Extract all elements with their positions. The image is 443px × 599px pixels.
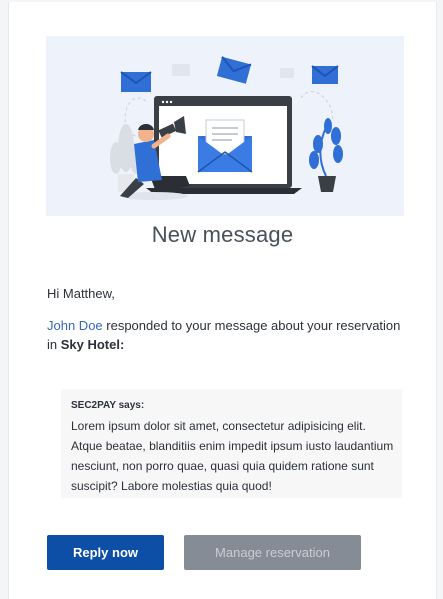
quote-author: SEC2PAY says: <box>71 400 145 411</box>
email-card: New message Hi Matthew, John Doe respond… <box>8 2 437 599</box>
email-page: New message Hi Matthew, John Doe respond… <box>0 0 443 599</box>
manage-reservation-button[interactable]: Manage reservation <box>184 535 361 570</box>
envelope-icon <box>311 65 339 84</box>
reply-now-button[interactable]: Reply now <box>47 535 164 570</box>
quote-text: Lorem ipsum dolor sit amet, consectetur … <box>71 419 394 493</box>
hotel-name: Sky Hotel: <box>60 337 125 352</box>
greeting-text: Hi Matthew, <box>47 286 115 301</box>
message-quote: SEC2PAY says: Lorem ipsum dolor sit amet… <box>61 389 402 498</box>
hero-illustration <box>46 36 404 216</box>
sender-name-link[interactable]: John Doe <box>47 318 103 333</box>
megaphone-email-illustration <box>46 56 404 216</box>
potted-plant-icon <box>309 118 343 192</box>
email-envelope-icon <box>197 119 253 173</box>
message-intro: John Doe responded to your message about… <box>47 316 411 354</box>
page-title: New message <box>151 222 294 247</box>
envelope-icon <box>120 71 152 92</box>
envelope-icon <box>216 56 252 84</box>
